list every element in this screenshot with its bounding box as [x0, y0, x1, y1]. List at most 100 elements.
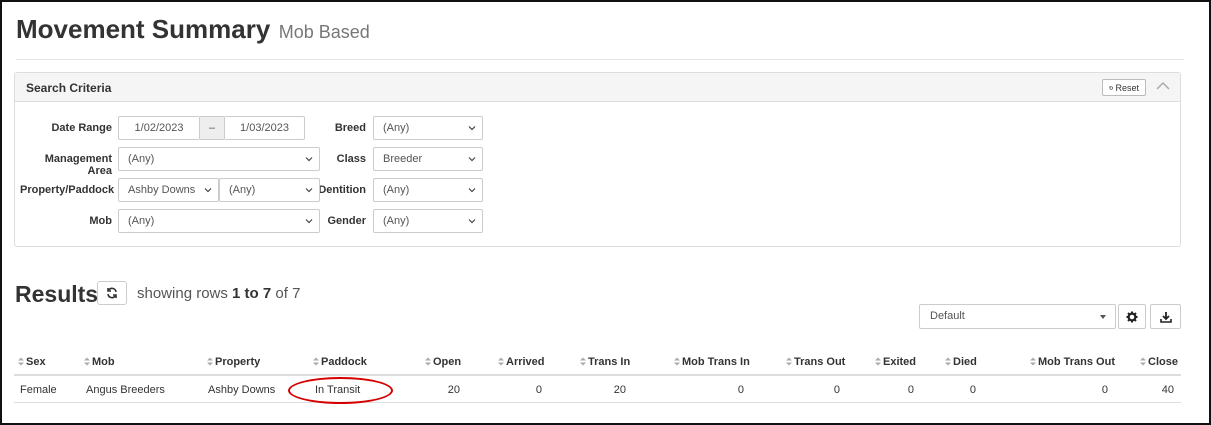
rows-prefix: showing rows — [137, 285, 233, 302]
page-subtitle: Mob Based — [278, 22, 370, 42]
sort-icon — [945, 357, 951, 366]
refresh-button[interactable] — [97, 281, 127, 305]
cell-close: 40 — [1161, 384, 1174, 396]
gear-icon — [1126, 311, 1138, 322]
sort-icon — [875, 357, 881, 366]
cell-paddock: In Transit — [315, 384, 361, 396]
cell-died: 0 — [969, 384, 976, 396]
breed-select[interactable]: (Any) — [373, 116, 483, 140]
class-value: Breeder — [383, 153, 423, 165]
cell-sex: Female — [20, 384, 57, 396]
col-header-open[interactable]: Open — [425, 356, 461, 368]
property-paddock-label: Property/Paddock — [20, 184, 115, 196]
col-header-arrived[interactable]: Arrived — [498, 356, 545, 368]
class-select[interactable]: Breeder — [373, 147, 483, 171]
view-select[interactable]: Default — [919, 304, 1116, 329]
chevron-down-icon — [468, 157, 476, 162]
chevron-up-icon[interactable] — [1155, 78, 1171, 94]
col-header-trans-in[interactable]: Trans In — [580, 356, 630, 368]
col-header-mob-trans-out[interactable]: Mob Trans Out — [1030, 356, 1115, 368]
reset-label: Reset — [1115, 82, 1139, 93]
date-range-label: Date Range — [51, 122, 112, 134]
cell-open: 20 — [447, 384, 460, 396]
col-header-property[interactable]: Property — [207, 356, 260, 368]
mob-label: Mob — [89, 215, 112, 227]
cell-trans-out: 0 — [833, 384, 840, 396]
refresh-icon — [107, 287, 117, 299]
page-title: Movement Summary — [16, 14, 271, 44]
gender-value: (Any) — [383, 215, 410, 227]
cell-exited: 0 — [907, 384, 914, 396]
cell-mob: Angus Breeders — [86, 384, 165, 396]
sort-icon — [1030, 357, 1036, 366]
col-header-sex[interactable]: Sex — [18, 356, 46, 368]
sort-icon — [674, 357, 680, 366]
chevron-down-icon — [305, 157, 313, 162]
paddock-value: (Any) — [229, 184, 256, 196]
view-select-value: Default — [930, 310, 965, 322]
sort-icon — [1140, 357, 1146, 366]
gender-label: Gender — [327, 215, 366, 227]
results-title: Results — [15, 281, 99, 307]
table-row[interactable]: Female Angus Breeders Ashby Downs In Tra… — [14, 376, 1181, 403]
breed-label: Breed — [334, 122, 366, 134]
sort-icon — [18, 357, 24, 366]
rows-info: showing rows 1 to 7 of 7 — [137, 285, 300, 302]
download-button[interactable] — [1150, 304, 1181, 329]
dentition-label: Dentition — [318, 184, 366, 196]
reset-icon — [1109, 85, 1113, 90]
download-icon — [1159, 311, 1172, 323]
dentition-value: (Any) — [383, 184, 410, 196]
date-from-input[interactable]: 1/02/2023 — [118, 116, 200, 140]
cell-arrived: 0 — [535, 384, 542, 396]
breed-value: (Any) — [383, 122, 410, 134]
sort-icon — [313, 357, 319, 366]
cell-trans-in: 20 — [613, 384, 626, 396]
reset-button[interactable]: Reset — [1102, 79, 1146, 96]
cell-mob-trans-in: 0 — [737, 384, 744, 396]
chevron-down-icon — [468, 188, 476, 193]
gender-select[interactable]: (Any) — [373, 209, 483, 233]
management-area-label: Management Area — [44, 153, 112, 177]
page-header: Movement Summary Mob Based — [16, 14, 1184, 60]
results-table: Sex Mob Property Paddock Open Arrived Tr… — [14, 350, 1181, 403]
sort-icon — [580, 357, 586, 366]
chevron-down-icon — [204, 188, 212, 193]
date-range-separator: – — [200, 116, 224, 140]
mob-value: (Any) — [128, 215, 155, 227]
chevron-down-icon — [305, 219, 313, 224]
chevron-down-icon — [468, 126, 476, 131]
property-select[interactable]: Ashby Downs — [118, 178, 219, 202]
col-header-exited[interactable]: Exited — [875, 356, 916, 368]
search-criteria-header[interactable]: Search Criteria Reset — [15, 73, 1180, 102]
mob-select[interactable]: (Any) — [118, 209, 320, 233]
class-label: Class — [336, 153, 366, 165]
col-header-paddock[interactable]: Paddock — [313, 356, 367, 368]
property-value: Ashby Downs — [128, 184, 196, 196]
sort-icon — [84, 357, 90, 366]
settings-button[interactable] — [1118, 304, 1146, 329]
sort-icon — [207, 357, 213, 366]
chevron-down-icon — [305, 188, 313, 193]
management-area-value: (Any) — [128, 153, 155, 165]
col-header-mob-trans-in[interactable]: Mob Trans In — [674, 356, 750, 368]
col-header-trans-out[interactable]: Trans Out — [786, 356, 845, 368]
date-to-input[interactable]: 1/03/2023 — [224, 116, 305, 140]
rows-range: 1 to 7 — [232, 285, 272, 302]
sort-icon — [786, 357, 792, 366]
rows-suffix: of 7 — [271, 285, 301, 302]
chevron-down-icon — [468, 219, 476, 224]
table-header: Sex Mob Property Paddock Open Arrived Tr… — [14, 350, 1181, 376]
dentition-select[interactable]: (Any) — [373, 178, 483, 202]
cell-property: Ashby Downs — [208, 384, 276, 396]
cell-mob-trans-out: 0 — [1101, 384, 1108, 396]
sort-icon — [425, 357, 431, 366]
management-area-select[interactable]: (Any) — [118, 147, 320, 171]
sort-icon — [498, 357, 504, 366]
search-criteria-title: Search Criteria — [26, 81, 112, 95]
paddock-select[interactable]: (Any) — [219, 178, 320, 202]
col-header-close[interactable]: Close — [1140, 356, 1178, 368]
col-header-died[interactable]: Died — [945, 356, 977, 368]
col-header-mob[interactable]: Mob — [84, 356, 115, 368]
caret-down-icon — [1100, 315, 1106, 319]
